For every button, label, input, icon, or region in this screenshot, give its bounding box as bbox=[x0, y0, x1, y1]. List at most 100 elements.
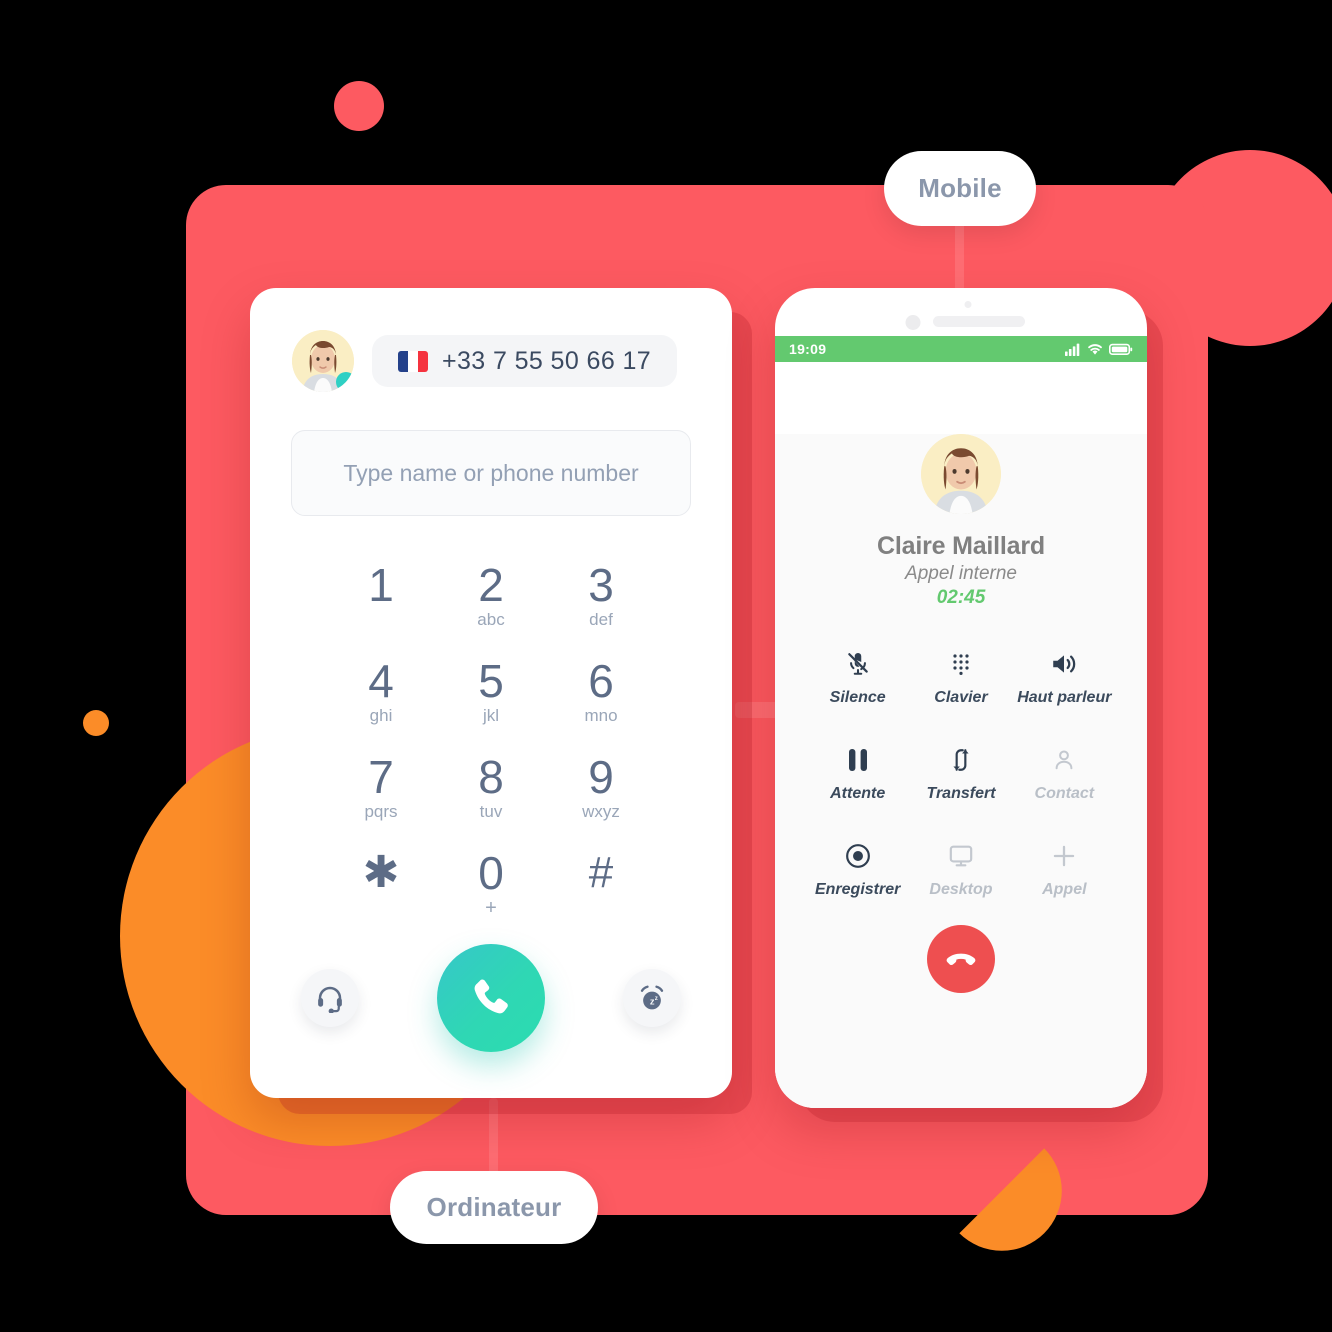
dialpad-key-number: # bbox=[588, 848, 614, 897]
dialpad-key-star[interactable]: ✱ bbox=[326, 850, 436, 918]
front-camera-icon bbox=[905, 315, 921, 330]
hangup-button[interactable] bbox=[927, 925, 995, 993]
call-control-label: Desktop bbox=[929, 881, 993, 898]
call-control-attente[interactable]: Attente bbox=[806, 743, 909, 803]
status-icons bbox=[1065, 343, 1133, 356]
in-call-screen: Claire Maillard Appel interne 02:45 Sile… bbox=[775, 434, 1147, 1108]
call-control-enregistrer[interactable]: Enregistrer bbox=[806, 839, 909, 899]
label-computer-text: Ordinateur bbox=[426, 1192, 562, 1222]
label-mobile-text: Mobile bbox=[918, 173, 1002, 203]
hangup-phone-icon bbox=[946, 953, 976, 966]
dialpad-key-letters: tuv bbox=[479, 802, 503, 821]
speaker-icon bbox=[1013, 647, 1116, 681]
dialpad-key-number: 8 bbox=[478, 751, 504, 803]
desktop-dialer-card: +33 7 55 50 66 17 Type name or phone num… bbox=[250, 288, 732, 1098]
presence-indicator bbox=[336, 372, 354, 392]
status-bar: 19:09 bbox=[775, 336, 1147, 362]
dialpad-key-number: 9 bbox=[588, 751, 614, 803]
fr-flag-icon bbox=[398, 350, 428, 372]
illustration-canvas: +33 7 55 50 66 17 Type name or phone num… bbox=[0, 0, 1332, 1332]
contact-avatar bbox=[921, 434, 1001, 514]
status-time: 19:09 bbox=[789, 341, 827, 357]
dialer-action-bar: z z bbox=[250, 944, 732, 1052]
call-control-label: Appel bbox=[1042, 881, 1087, 898]
svg-text:z: z bbox=[655, 995, 658, 1002]
headset-icon bbox=[318, 986, 342, 1013]
contact-avatar-photo bbox=[921, 434, 1001, 514]
dialpad-key-number: ✱ bbox=[362, 848, 400, 897]
dialpad-key-number: 5 bbox=[478, 655, 504, 707]
dialpad-key-letters: ghi bbox=[369, 706, 393, 725]
call-control-appel: Appel bbox=[1013, 839, 1116, 899]
wifi-icon bbox=[1088, 343, 1102, 355]
call-controls-grid: Silence Clavier Haut parleur Attente Transfe… bbox=[806, 647, 1116, 899]
dialpad: 1 2 abc 3 def 4 ghi 5 jkl 6 mno 7 pqrs 8 tuv 9 wxyz ✱ 0 + # bbox=[326, 562, 656, 918]
call-control-clavier[interactable]: Clavier bbox=[909, 647, 1012, 707]
dialer-header: +33 7 55 50 66 17 bbox=[250, 288, 732, 392]
cellular-signal-icon bbox=[1065, 343, 1080, 356]
dialpad-key-letters: def bbox=[589, 610, 613, 629]
battery-icon bbox=[1109, 343, 1133, 355]
dialpad-key-4[interactable]: 4 ghi bbox=[326, 658, 436, 726]
dialpad-key-7[interactable]: 7 pqrs bbox=[326, 754, 436, 822]
do-not-disturb-button[interactable]: z z bbox=[623, 969, 681, 1027]
dialpad-key-8[interactable]: 8 tuv bbox=[436, 754, 546, 822]
front-sensor-icon bbox=[964, 301, 972, 308]
call-control-label: Contact bbox=[1034, 785, 1095, 802]
dialpad-key-9[interactable]: 9 wxyz bbox=[546, 754, 656, 822]
plus-icon bbox=[1013, 839, 1116, 873]
search-input[interactable]: Type name or phone number bbox=[291, 430, 691, 516]
dialpad-key-letters: abc bbox=[477, 610, 505, 629]
dialpad-key-letters: jkl bbox=[482, 706, 500, 725]
dialpad-key-6[interactable]: 6 mno bbox=[546, 658, 656, 726]
call-control-label: Haut parleur bbox=[1017, 689, 1112, 706]
dialpad-key-letters bbox=[326, 610, 436, 630]
decor-red-dot-top-left bbox=[334, 81, 384, 131]
call-control-contact: Contact bbox=[1013, 743, 1116, 803]
headset-button[interactable] bbox=[301, 969, 359, 1027]
call-control-label: Attente bbox=[830, 785, 886, 802]
dialpad-key-letters: wxyz bbox=[582, 802, 620, 821]
dialpad-key-letters bbox=[326, 898, 436, 918]
call-type: Appel interne bbox=[905, 563, 1017, 584]
call-control-haut-parleur[interactable]: Haut parleur bbox=[1013, 647, 1116, 707]
dialpad-key-letters: mno bbox=[584, 706, 618, 725]
dialpad-key-number: 1 bbox=[368, 559, 394, 611]
caller-number-field[interactable]: +33 7 55 50 66 17 bbox=[372, 335, 678, 387]
earpiece-speaker bbox=[933, 316, 1025, 327]
dialpad-key-5[interactable]: 5 jkl bbox=[436, 658, 546, 726]
pause-icon bbox=[806, 743, 909, 777]
dialpad-key-number: 6 bbox=[588, 655, 614, 707]
microphone-muted-icon bbox=[806, 647, 909, 681]
monitor-icon bbox=[909, 839, 1012, 873]
search-placeholder: Type name or phone number bbox=[343, 459, 639, 486]
dialpad-key-letters: + bbox=[485, 897, 497, 919]
call-button[interactable] bbox=[437, 944, 545, 1052]
dialpad-key-letters bbox=[546, 898, 656, 918]
dialpad-key-hash[interactable]: # bbox=[546, 850, 656, 918]
dialpad-icon bbox=[909, 647, 1012, 681]
alarm-snooze-icon: z z bbox=[640, 985, 664, 1010]
avatar bbox=[292, 330, 354, 392]
call-control-desktop: Desktop bbox=[909, 839, 1012, 899]
transfer-arrows-icon bbox=[909, 743, 1012, 777]
dialpad-key-number: 3 bbox=[588, 559, 614, 611]
label-mobile[interactable]: Mobile bbox=[884, 151, 1036, 226]
dialpad-key-number: 0 bbox=[478, 847, 504, 899]
call-control-label: Enregistrer bbox=[814, 881, 901, 898]
label-computer[interactable]: Ordinateur bbox=[390, 1171, 598, 1244]
contact-name: Claire Maillard bbox=[877, 532, 1045, 560]
dialpad-key-letters: pqrs bbox=[364, 802, 398, 821]
call-control-transfert[interactable]: Transfert bbox=[909, 743, 1012, 803]
dialpad-key-0[interactable]: 0 + bbox=[436, 850, 546, 918]
caller-number-text: +33 7 55 50 66 17 bbox=[442, 346, 652, 375]
call-control-label: Clavier bbox=[934, 689, 988, 706]
dialpad-key-1[interactable]: 1 bbox=[326, 562, 436, 630]
mobile-phone-mockup: 19:09 Claire Maillard Appel interne 02:4… bbox=[775, 288, 1147, 1108]
call-control-silence[interactable]: Silence bbox=[806, 647, 909, 707]
person-icon bbox=[1013, 743, 1116, 777]
record-icon bbox=[806, 839, 909, 873]
dialpad-key-number: 4 bbox=[368, 655, 394, 707]
dialpad-key-2[interactable]: 2 abc bbox=[436, 562, 546, 630]
dialpad-key-3[interactable]: 3 def bbox=[546, 562, 656, 630]
